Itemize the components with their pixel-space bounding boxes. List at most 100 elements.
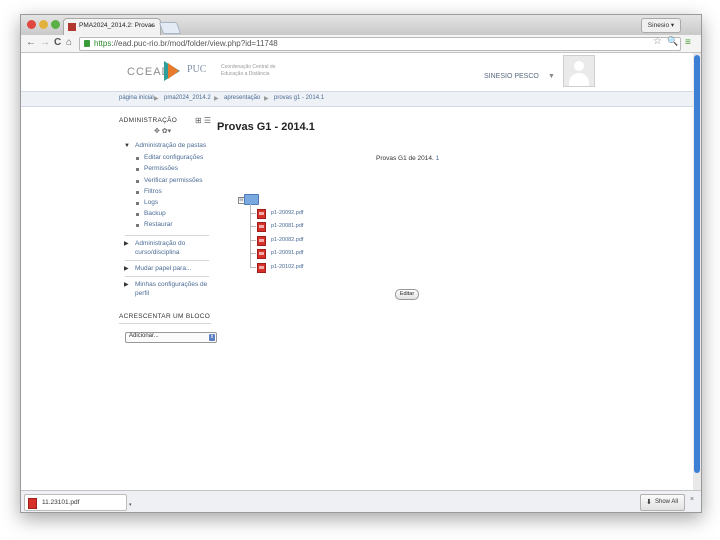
sidebar-item-restore[interactable]: Restaurar: [144, 221, 173, 229]
close-download-shelf-icon[interactable]: ×: [690, 496, 694, 503]
add-block-select[interactable]: Adicionar... ⇕: [125, 332, 217, 343]
avatar[interactable]: [563, 55, 595, 87]
breadcrumb-separator-icon: ▶: [214, 96, 219, 102]
tree-branch: [250, 240, 256, 241]
tree-branch: [250, 267, 256, 268]
block-dock-icon[interactable]: ⊞ ☰: [195, 116, 211, 125]
sidebar-item-permissions[interactable]: Permissões: [144, 165, 178, 173]
minimize-window-button[interactable]: [39, 20, 48, 29]
course-admin-node-line2[interactable]: curso/disciplina: [135, 249, 179, 257]
forward-icon[interactable]: →: [40, 37, 50, 49]
divider: [119, 323, 211, 324]
site-header: CCEAD PUC Coordenação Central de Educaçã…: [21, 53, 693, 91]
folder-description: Provas G1 de 2014. 1: [376, 155, 440, 162]
tree-branch: [250, 253, 256, 254]
add-block-title: ACRESCENTAR UM BLOCO: [119, 313, 211, 320]
profile-button[interactable]: Sinesio ▾: [641, 18, 681, 33]
pdf-icon: [28, 498, 37, 509]
tree-branch: [250, 226, 256, 227]
pdf-icon: [257, 263, 266, 273]
breadcrumb-separator-icon: ▶: [264, 96, 269, 102]
sidebar-item-logs[interactable]: Logs: [144, 199, 158, 207]
course-admin-node[interactable]: Administração do: [135, 240, 185, 248]
show-all-label: Show All: [655, 499, 679, 505]
file-link[interactable]: p1-20092.pdf: [271, 210, 303, 216]
bullet-icon: [136, 180, 139, 183]
title-bar: PMA2024_2014.2: Provas × Sinesio ▾: [21, 15, 701, 36]
breadcrumb-item-current[interactable]: provas g1 - 2014.1: [274, 95, 324, 101]
profile-settings-node-line2[interactable]: perfil: [135, 290, 149, 298]
bullet-icon: [136, 213, 139, 216]
bullet-icon: [136, 191, 139, 194]
download-file-name: 11.23101.pdf: [42, 499, 80, 506]
sidebar-item-backup[interactable]: Backup: [144, 210, 166, 218]
home-icon[interactable]: ⌂: [66, 37, 72, 49]
close-window-button[interactable]: [27, 20, 36, 29]
download-shelf: 11.23101.pdf ▾ ⬇ Show All ×: [21, 490, 701, 512]
sidebar-item-filters[interactable]: Filtros: [144, 188, 162, 196]
collapsed-triangle-icon: ▶: [124, 241, 129, 247]
breadcrumb-separator-icon: ▶: [154, 96, 159, 102]
scrollbar-thumb[interactable]: [694, 55, 700, 473]
breadcrumb-item-section[interactable]: apresentação: [224, 95, 260, 101]
reload-icon[interactable]: C: [54, 37, 61, 49]
browser-toolbar: ← → C ⌂ https://ead.puc-rio.br/mod/folde…: [21, 35, 701, 53]
address-bar[interactable]: https://ead.puc-rio.br/mod/folder/view.p…: [79, 37, 681, 51]
file-link[interactable]: p1-20102.pdf: [271, 264, 303, 270]
breadcrumb: página inicial ▶ pma2024_2014.2 ▶ aprese…: [21, 91, 693, 107]
sidebar-item-edit-settings[interactable]: Editar configurações: [144, 154, 203, 162]
back-icon[interactable]: ←: [26, 37, 36, 49]
new-tab-button[interactable]: [158, 22, 182, 34]
logo-icon-accent: [168, 63, 179, 79]
sidebar-item-check-permissions[interactable]: Verificar permissões: [144, 177, 203, 185]
pdf-icon: [257, 249, 266, 259]
file-link[interactable]: p1-20081.pdf: [271, 223, 303, 229]
page-content: CCEAD PUC Coordenação Central de Educaçã…: [21, 53, 693, 490]
browser-window: PMA2024_2014.2: Provas × Sinesio ▾ ← → C…: [20, 14, 702, 513]
download-options-chevron-icon[interactable]: ▾: [129, 502, 132, 508]
admin-block-title: ADMINISTRAÇÃO: [119, 117, 178, 124]
breadcrumb-item-home[interactable]: página inicial: [119, 95, 154, 101]
show-all-downloads-button[interactable]: ⬇ Show All: [640, 494, 685, 511]
folder-icon[interactable]: [244, 194, 259, 205]
file-link[interactable]: p1-20091.pdf: [271, 250, 303, 256]
select-arrow-icon: ⇕: [209, 334, 215, 341]
expanded-triangle-icon: ▼: [124, 143, 130, 149]
logo-subtitle: Coordenação Central de Educação a Distân…: [221, 64, 276, 77]
tab-close-icon[interactable]: ×: [149, 21, 154, 30]
bullet-icon: [136, 157, 139, 160]
collapsed-triangle-icon: ▶: [124, 266, 129, 272]
divider: [125, 260, 209, 261]
bullet-icon: [136, 224, 139, 227]
divider: [125, 276, 209, 277]
pdf-icon: [257, 209, 266, 219]
file-link[interactable]: p1-20082.pdf: [271, 237, 303, 243]
page-title: Provas G1 - 2014.1: [217, 121, 315, 133]
browser-tab[interactable]: PMA2024_2014.2: Provas ×: [63, 18, 161, 36]
user-name[interactable]: SINESIO PESCO: [484, 73, 539, 80]
switch-role-node[interactable]: Mudar papel para...: [135, 265, 191, 273]
pdf-icon: [257, 236, 266, 246]
profile-settings-node[interactable]: Minhas configurações de: [135, 281, 207, 289]
download-item[interactable]: 11.23101.pdf ▾: [24, 494, 132, 511]
chrome-menu-icon[interactable]: ≡: [685, 37, 691, 48]
folder-admin-node[interactable]: Administração de pastas: [135, 142, 206, 150]
bullet-icon: [136, 202, 139, 205]
download-arrow-icon: ⬇: [646, 499, 652, 506]
logo-puc: PUC: [187, 64, 207, 75]
lock-icon: [84, 40, 90, 47]
edit-button[interactable]: Editar: [395, 289, 419, 300]
breadcrumb-item-course[interactable]: pma2024_2014.2: [164, 95, 211, 101]
tab-title: PMA2024_2014.2: Provas: [79, 22, 155, 29]
maximize-window-button[interactable]: [51, 20, 60, 29]
pdf-icon: [257, 222, 266, 232]
collapsed-triangle-icon: ▶: [124, 282, 129, 288]
divider: [125, 235, 209, 236]
favicon-icon: [68, 23, 76, 31]
zoom-icon[interactable]: 🔍: [667, 36, 678, 47]
user-menu-chevron-icon[interactable]: ▼: [548, 73, 555, 80]
block-move-gear-icon[interactable]: ✥ ✿▾: [154, 127, 171, 135]
vertical-scrollbar[interactable]: [693, 53, 701, 490]
bookmark-star-icon[interactable]: ☆: [653, 36, 662, 47]
url-text: https://ead.puc-rio.br/mod/folder/view.p…: [94, 39, 278, 48]
